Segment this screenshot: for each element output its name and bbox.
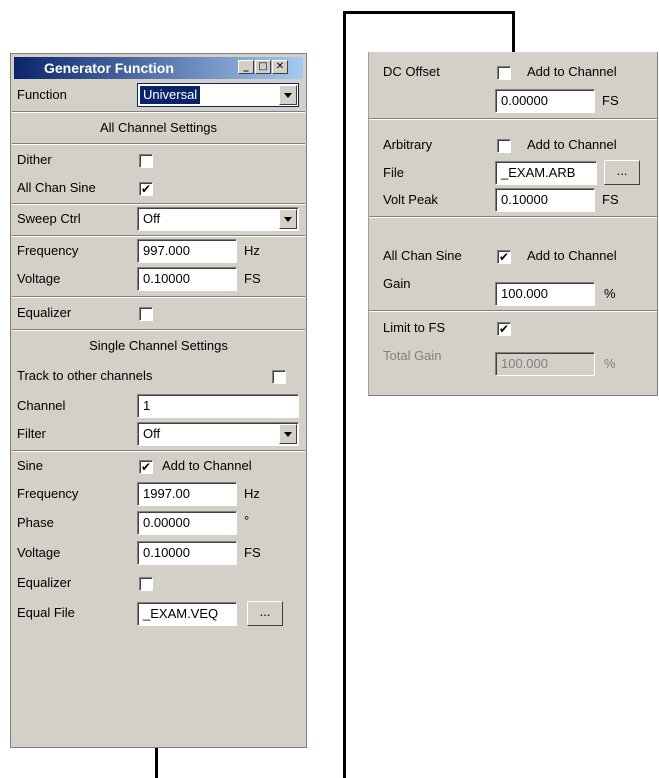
single-channel-settings-header: Single Channel Settings <box>89 338 228 353</box>
sine-equalizer-label: Equalizer <box>17 575 72 590</box>
channel-label: Channel <box>17 398 66 413</box>
chevron-down-icon[interactable] <box>279 85 297 105</box>
dither-label: Dither <box>17 152 52 167</box>
right-all-chan-sine-label: All Chan Sine <box>383 248 462 263</box>
divider <box>12 296 305 298</box>
track-label: Track to other channels <box>17 368 153 383</box>
phase-field[interactable]: 0.00000 <box>137 511 237 535</box>
function-select[interactable]: Universal <box>137 83 299 107</box>
all-chan-sine-checkbox[interactable]: ✔ <box>139 182 153 196</box>
all-chan-sine-label: All Chan Sine <box>17 180 96 195</box>
limit-to-fs-checkbox[interactable]: ✔ <box>497 322 511 336</box>
frequency-field[interactable]: 997.000 <box>137 239 237 263</box>
limit-to-fs-label: Limit to FS <box>383 320 446 335</box>
connector-line-top <box>343 11 515 14</box>
equal-file-browse-button[interactable]: ... <box>247 601 283 626</box>
filter-label: Filter <box>17 426 46 441</box>
right-all-chan-sine-checkbox[interactable]: ✔ <box>497 250 511 264</box>
sine-frequency-unit: Hz <box>244 486 260 501</box>
sine-checkbox[interactable]: ✔ <box>139 460 153 474</box>
total-gain-field: 100.000 <box>495 352 595 376</box>
close-icon[interactable]: ✕ <box>272 60 288 74</box>
divider <box>12 143 305 145</box>
equal-file-label: Equal File <box>17 605 75 620</box>
connector-line-left-stub <box>155 748 158 778</box>
divider <box>369 310 657 312</box>
volt-peak-unit: FS <box>602 192 619 207</box>
chevron-down-icon[interactable] <box>279 424 297 444</box>
divider <box>369 118 657 120</box>
voltage-label: Voltage <box>17 271 61 286</box>
track-checkbox[interactable] <box>272 370 286 384</box>
dc-offset-unit: FS <box>602 93 619 108</box>
dc-offset-checkbox[interactable] <box>497 66 511 80</box>
arb-add-to-channel-label: Add to Channel <box>527 137 617 152</box>
arb-file-browse-button[interactable]: ... <box>604 160 640 185</box>
function-label: Function <box>17 87 67 102</box>
dither-checkbox[interactable] <box>139 154 153 168</box>
divider <box>12 329 305 331</box>
title-bar: Generator Function _ □ ✕ <box>14 57 303 79</box>
frequency-label: Frequency <box>17 243 79 258</box>
function-row: Function Universal <box>11 81 306 109</box>
sine-equalizer-checkbox[interactable] <box>139 577 153 591</box>
divider <box>369 216 657 218</box>
sine-voltage-unit: FS <box>244 545 261 560</box>
filter-select[interactable]: Off <box>137 422 299 446</box>
voltage-unit: FS <box>244 271 261 286</box>
minimize-icon[interactable]: _ <box>238 60 254 74</box>
channel-field[interactable]: 1 <box>137 394 299 418</box>
sine-voltage-field[interactable]: 0.10000 <box>137 541 237 565</box>
all-channel-settings-header: All Channel Settings <box>99 120 218 135</box>
equalizer-checkbox[interactable] <box>139 307 153 321</box>
file-label: File <box>383 165 404 180</box>
sine-label: Sine <box>17 458 44 473</box>
gain-field[interactable]: 100.000 <box>495 282 595 306</box>
divider <box>12 450 305 452</box>
dc-offset-label: DC Offset <box>383 64 440 79</box>
arbitrary-checkbox[interactable] <box>497 139 511 153</box>
sweep-ctrl-label: Sweep Ctrl <box>17 211 81 226</box>
volt-peak-field[interactable]: 0.10000 <box>495 188 595 212</box>
volt-peak-label: Volt Peak <box>383 192 438 207</box>
sine-frequency-field[interactable]: 1997.00 <box>137 482 237 506</box>
generator-function-panel-continued: DC Offset Add to Channel 0.00000 FS Arbi… <box>368 52 658 396</box>
total-gain-unit: % <box>604 356 616 371</box>
generator-function-panel: Generator Function _ □ ✕ Function Univer… <box>10 53 307 748</box>
dc-add-to-channel-label: Add to Channel <box>527 64 617 79</box>
arb-file-field[interactable]: _EXAM.ARB <box>495 161 597 185</box>
sweep-ctrl-select[interactable]: Off <box>137 207 299 231</box>
acs-add-to-channel-label: Add to Channel <box>527 248 617 263</box>
gain-label: Gain <box>383 276 411 291</box>
panel-title: Generator Function <box>44 60 174 76</box>
gain-unit: % <box>604 286 616 301</box>
dc-offset-field[interactable]: 0.00000 <box>495 89 595 113</box>
sine-add-to-channel-label: Add to Channel <box>162 458 252 473</box>
equalizer-label: Equalizer <box>17 305 72 320</box>
equal-file-field[interactable]: _EXAM.VEQ <box>137 602 237 626</box>
connector-line-vertical <box>343 11 346 778</box>
sine-frequency-label: Frequency <box>17 486 79 501</box>
divider <box>12 111 305 113</box>
arbitrary-label: Arbitrary <box>383 137 433 152</box>
phase-label: Phase <box>17 515 54 530</box>
voltage-field[interactable]: 0.10000 <box>137 267 237 291</box>
chevron-down-icon[interactable] <box>279 209 297 229</box>
total-gain-label: Total Gain <box>383 348 442 363</box>
frequency-unit: Hz <box>244 243 260 258</box>
connector-line-right <box>512 11 515 54</box>
phase-unit: ° <box>244 513 250 528</box>
maximize-icon[interactable]: □ <box>255 60 271 74</box>
sine-voltage-label: Voltage <box>17 545 61 560</box>
